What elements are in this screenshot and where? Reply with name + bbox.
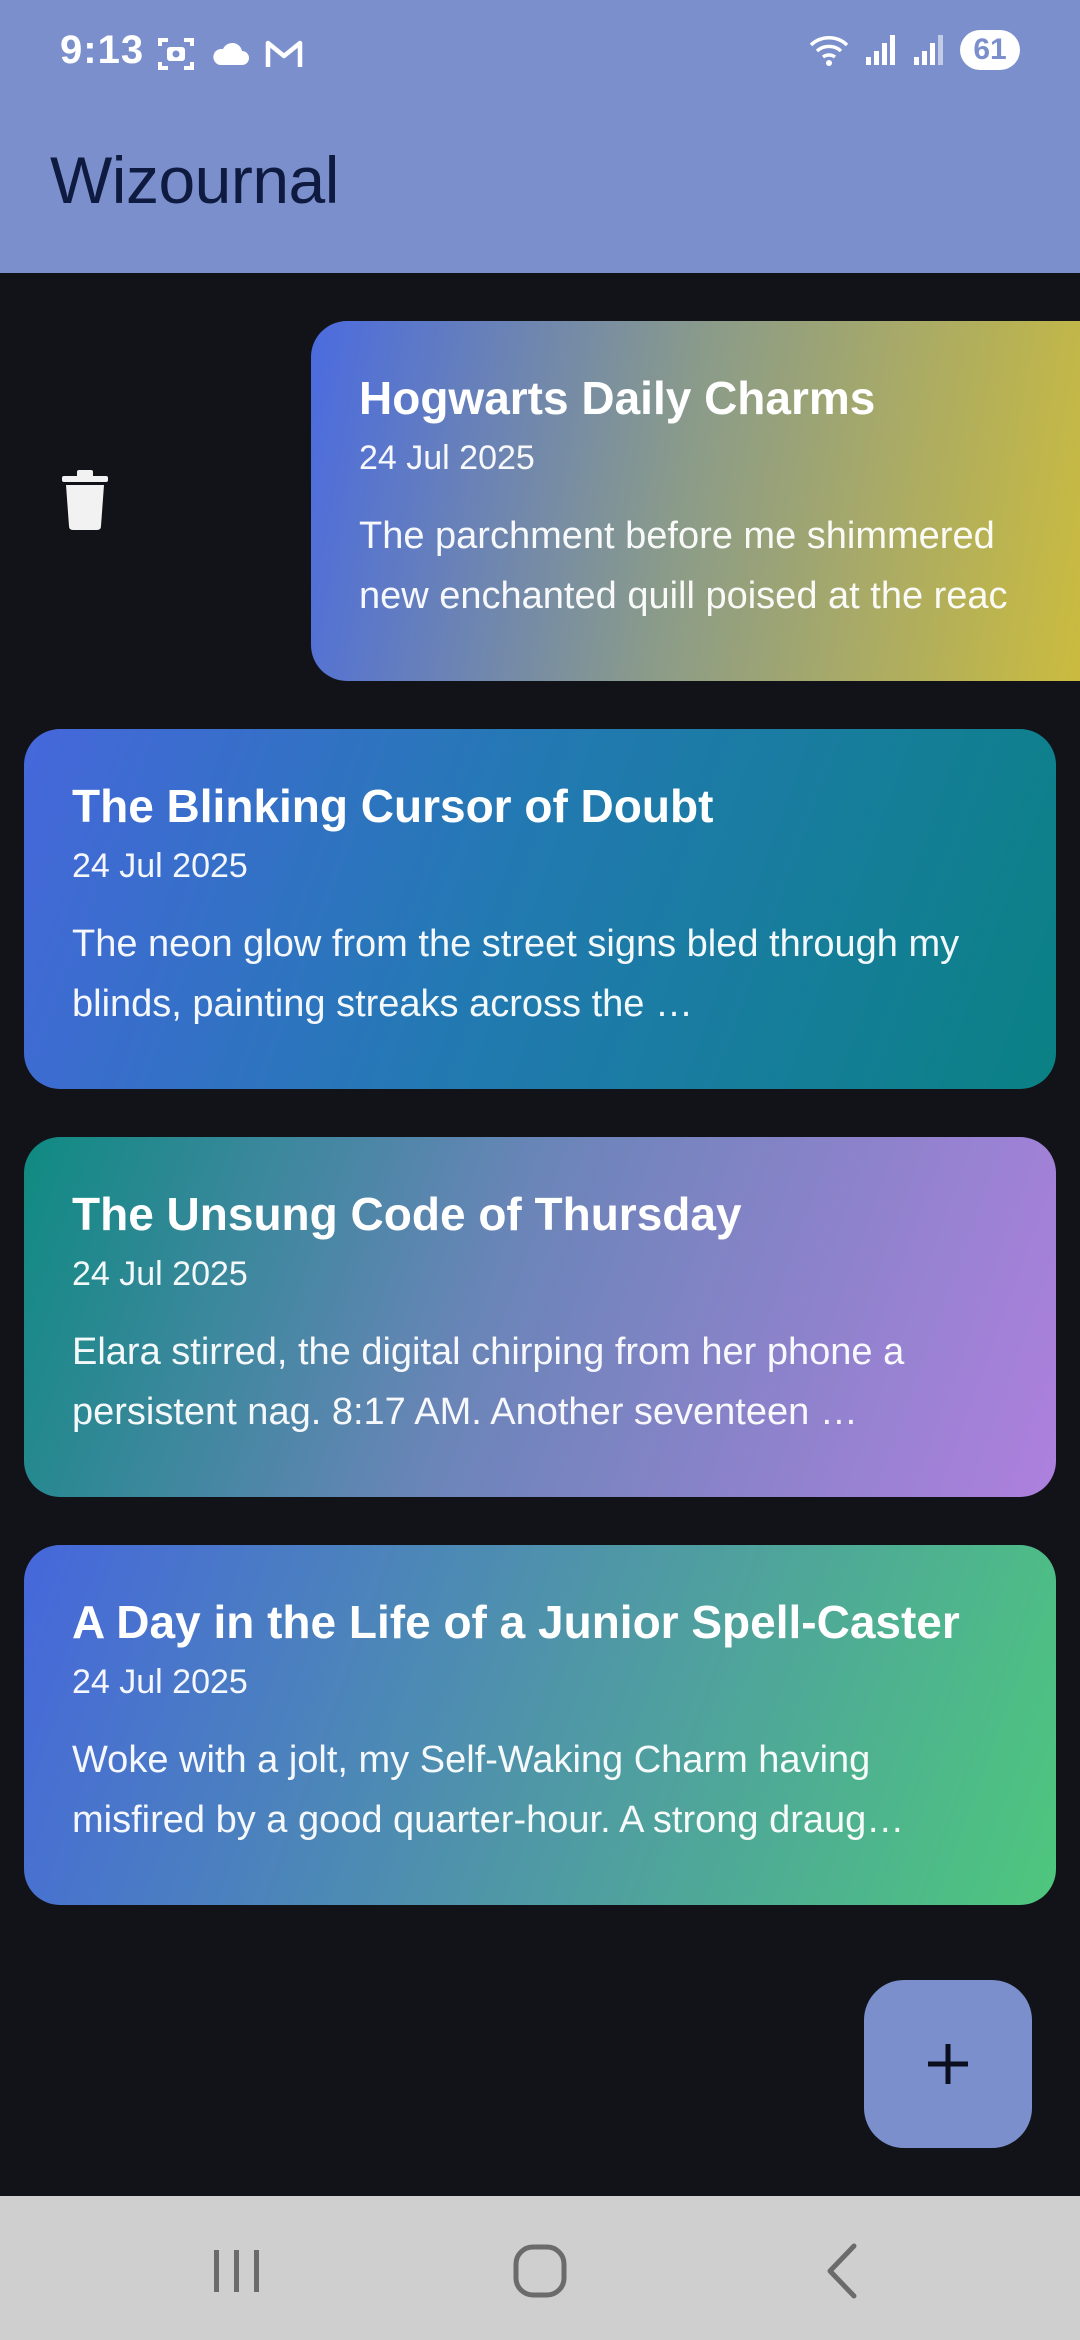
entry-date: 24 Jul 2025	[359, 439, 535, 477]
signal-icon	[914, 35, 943, 65]
home-icon[interactable]	[505, 2236, 575, 2306]
entry-excerpt: Woke with a jolt, my Self-Waking Charm h…	[72, 1739, 905, 1841]
plus-icon	[928, 2044, 968, 2084]
screenshot-icon	[158, 38, 194, 70]
entry-date: 24 Jul 2025	[72, 1255, 248, 1293]
entry-date: 24 Jul 2025	[72, 847, 248, 885]
add-entry-button[interactable]	[864, 1980, 1032, 2148]
journal-entry-card[interactable]: Hogwarts Daily Charms 24 Jul 2025 The pa…	[311, 321, 1080, 681]
entry-excerpt-line: new enchanted quill poised at the reac	[359, 575, 1008, 617]
cloud-icon	[213, 42, 249, 65]
journal-entry-card[interactable]: The Unsung Code of Thursday 24 Jul 2025 …	[24, 1137, 1056, 1497]
entry-title: The Blinking Cursor of Doubt	[72, 780, 714, 832]
entry-excerpt: The parchment before me shimmered new en…	[359, 506, 1080, 626]
status-bar: 9:13 61	[0, 0, 1080, 108]
app-bar: Wizournal	[0, 108, 1080, 273]
gmail-icon	[265, 40, 303, 67]
signal-icon	[866, 35, 895, 65]
recent-apps-icon[interactable]	[202, 2236, 272, 2306]
journal-entry-card[interactable]: The Blinking Cursor of Doubt 24 Jul 2025…	[24, 729, 1056, 1089]
screen: 9:13 61 Wizournal Hogwarts Daily Charms …	[0, 0, 1080, 2340]
battery-indicator: 61	[960, 30, 1020, 70]
entry-title: The Unsung Code of Thursday	[72, 1188, 742, 1240]
trash-icon[interactable]	[60, 470, 110, 530]
wifi-icon	[809, 36, 849, 66]
status-left-icons	[156, 34, 304, 74]
status-time: 9:13	[60, 28, 145, 72]
journal-entry-card[interactable]: A Day in the Life of a Junior Spell-Cast…	[24, 1545, 1056, 1905]
app-title: Wizournal	[50, 143, 339, 217]
entry-title: Hogwarts Daily Charms	[359, 372, 876, 424]
system-nav-bar	[0, 2196, 1080, 2340]
entry-excerpt: The neon glow from the street signs bled…	[72, 923, 960, 1025]
entry-title: A Day in the Life of a Junior Spell-Cast…	[72, 1596, 960, 1648]
back-icon[interactable]	[808, 2236, 878, 2306]
entry-date: 24 Jul 2025	[72, 1663, 248, 1701]
status-right: 61	[808, 30, 1020, 70]
entry-excerpt-line: The parchment before me shimmered	[359, 515, 995, 557]
entry-excerpt: Elara stirred, the digital chirping from…	[72, 1331, 905, 1433]
